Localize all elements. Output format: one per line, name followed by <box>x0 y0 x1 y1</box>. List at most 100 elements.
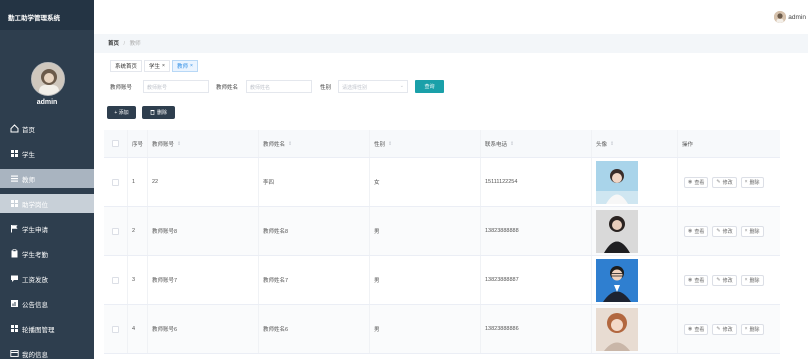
sidebar-item-label: 我的信息 <box>22 351 48 359</box>
eye-icon: ◉ <box>688 326 693 332</box>
tab-label: 系统首页 <box>115 64 138 70</box>
account-input[interactable]: 教师账号 <box>143 80 209 93</box>
card-icon <box>10 349 19 358</box>
edit-icon: ✎ <box>716 277 721 283</box>
chat-icon <box>10 274 19 283</box>
sidebar-item-label: 学生 <box>22 151 35 159</box>
list-icon <box>10 174 19 183</box>
delete-row-button[interactable]: × 删除 <box>740 323 764 335</box>
app-title: 勤工助学管理系统 <box>0 0 94 30</box>
col-gender[interactable]: 性别 ⇕ <box>370 130 481 157</box>
cell-account: 教师账号7 <box>148 256 259 304</box>
row-actions: ◉ 查看 ✎ 修改 × 删除 <box>678 305 780 353</box>
sidebar-item-jobs[interactable]: 助学岗位 <box>0 194 94 213</box>
user-avatar[interactable] <box>774 11 786 23</box>
cell-phone: 13823888887 <box>481 256 592 304</box>
add-button[interactable]: + 添加 <box>107 106 136 119</box>
col-index: 序号 <box>128 130 148 157</box>
row-checkbox[interactable] <box>112 276 119 284</box>
sidebar-item-home[interactable]: 首页 <box>0 119 94 138</box>
close-icon[interactable]: × <box>162 63 165 69</box>
breadcrumb-current: 教师 <box>129 41 141 47</box>
grid-icon <box>10 324 19 333</box>
sidebar-item-notices[interactable]: 公告信息 <box>0 294 94 313</box>
view-button[interactable]: ◉ 查看 <box>684 176 709 188</box>
sidebar-item-label: 教师 <box>22 176 35 184</box>
sidebar-item-label: 助学岗位 <box>22 201 48 209</box>
sidebar-item-carousel[interactable]: 轮播图管理 <box>0 319 94 338</box>
close-icon[interactable]: × <box>190 63 193 69</box>
cell-phone: 13823888888 <box>481 207 592 255</box>
sidebar-item-teachers[interactable]: 教师 <box>0 169 94 188</box>
tab-bar: 系统首页 学生 × 教师 × <box>94 58 808 74</box>
row-actions: ◉ 查看 ✎ 修改 × 删除 <box>678 158 780 206</box>
col-phone[interactable]: 联系电话 ⇕ <box>481 130 592 157</box>
delete-button[interactable]: 删除 <box>142 106 175 119</box>
teacher-photo[interactable] <box>596 160 638 204</box>
sidebar-item-profile[interactable]: 我的信息 <box>0 344 94 359</box>
name-label: 教师姓名 <box>216 85 239 91</box>
close-icon: × <box>744 228 748 234</box>
cell-index: 2 <box>128 207 148 255</box>
close-icon: × <box>744 326 748 332</box>
delete-row-button[interactable]: × 删除 <box>740 274 764 286</box>
view-button[interactable]: ◉ 查看 <box>684 225 709 237</box>
sidebar-item-applications[interactable]: 学生申请 <box>0 219 94 238</box>
edit-button[interactable]: ✎ 修改 <box>712 176 737 188</box>
edit-button[interactable]: ✎ 修改 <box>712 274 737 286</box>
close-icon: × <box>744 179 748 185</box>
clipboard-icon <box>10 249 19 258</box>
delete-row-button[interactable]: × 删除 <box>740 225 764 237</box>
table-row: 4 教师账号6 教师姓名6 男 13823888886 ◉ 查看 ✎ 修改 × 删除 <box>104 305 780 354</box>
chevron-down-icon: ⌄ <box>399 83 404 89</box>
view-button[interactable]: ◉ 查看 <box>684 323 709 335</box>
sidebar-item-attendance[interactable]: 学生考勤 <box>0 244 94 263</box>
eye-icon: ◉ <box>688 228 693 234</box>
col-account[interactable]: 教师账号 ⇕ <box>148 130 259 157</box>
teacher-photo[interactable] <box>596 307 638 351</box>
tab-students[interactable]: 学生 × <box>144 60 170 72</box>
sort-icon: ⇕ <box>177 140 182 147</box>
sort-icon: ⇕ <box>388 140 393 147</box>
edit-icon: ✎ <box>716 326 721 332</box>
gender-select[interactable]: 请选择性别 ⌄ <box>338 80 408 93</box>
select-all-checkbox[interactable] <box>112 140 119 147</box>
tab-home[interactable]: 系统首页 <box>110 60 143 72</box>
view-button[interactable]: ◉ 查看 <box>684 274 709 286</box>
sort-icon: ⇕ <box>510 140 515 147</box>
row-checkbox[interactable] <box>112 325 119 333</box>
col-name[interactable]: 教师姓名 ⇕ <box>259 130 370 157</box>
cell-account: 教师账号8 <box>148 207 259 255</box>
breadcrumb-separator: / <box>123 41 126 47</box>
sidebar-item-payroll[interactable]: 工资发放 <box>0 269 94 288</box>
search-button[interactable]: 查询 <box>415 80 444 93</box>
row-actions: ◉ 查看 ✎ 修改 × 删除 <box>678 207 780 255</box>
user-menu[interactable]: admin <box>788 14 806 21</box>
row-checkbox[interactable] <box>112 178 119 186</box>
sidebar-item-students[interactable]: 学生 <box>0 144 94 163</box>
edit-button[interactable]: ✎ 修改 <box>712 323 737 335</box>
tab-teachers[interactable]: 教师 × <box>171 60 198 72</box>
cell-index: 4 <box>128 305 148 353</box>
table-header: 序号 教师账号 ⇕ 教师姓名 ⇕ 性别 ⇕ 联系电话 ⇕ 头像 ⇕ 操作 <box>104 130 780 158</box>
sidebar-item-label: 轮播图管理 <box>22 326 55 334</box>
edit-button[interactable]: ✎ 修改 <box>712 225 737 237</box>
sidebar: 勤工助学管理系统 admin 首页 学生 教师 助学岗位 学生申请 学生考勤 工… <box>0 0 94 359</box>
account-label: 教师账号 <box>110 85 133 91</box>
col-avatar[interactable]: 头像 ⇕ <box>592 130 678 157</box>
cell-account: 22 <box>148 158 259 206</box>
cell-gender: 男 <box>370 305 481 353</box>
cell-name: 教师姓名6 <box>259 305 370 353</box>
name-input[interactable]: 教师姓名 <box>246 80 312 93</box>
avatar[interactable] <box>31 62 65 96</box>
teacher-photo[interactable] <box>596 258 638 302</box>
data-table: 序号 教师账号 ⇕ 教师姓名 ⇕ 性别 ⇕ 联系电话 ⇕ 头像 ⇕ 操作 1 22 李四 … <box>104 130 780 354</box>
row-checkbox[interactable] <box>112 227 119 235</box>
cell-index: 3 <box>128 256 148 304</box>
breadcrumb: 首页 / 教师 <box>94 34 808 53</box>
teacher-photo[interactable] <box>596 209 638 253</box>
delete-row-button[interactable]: × 删除 <box>740 176 764 188</box>
breadcrumb-home[interactable]: 首页 <box>108 41 119 47</box>
eye-icon: ◉ <box>688 277 693 283</box>
table-row: 3 教师账号7 教师姓名7 男 13823888887 ◉ 查看 ✎ 修改 × 删除 <box>104 256 780 305</box>
